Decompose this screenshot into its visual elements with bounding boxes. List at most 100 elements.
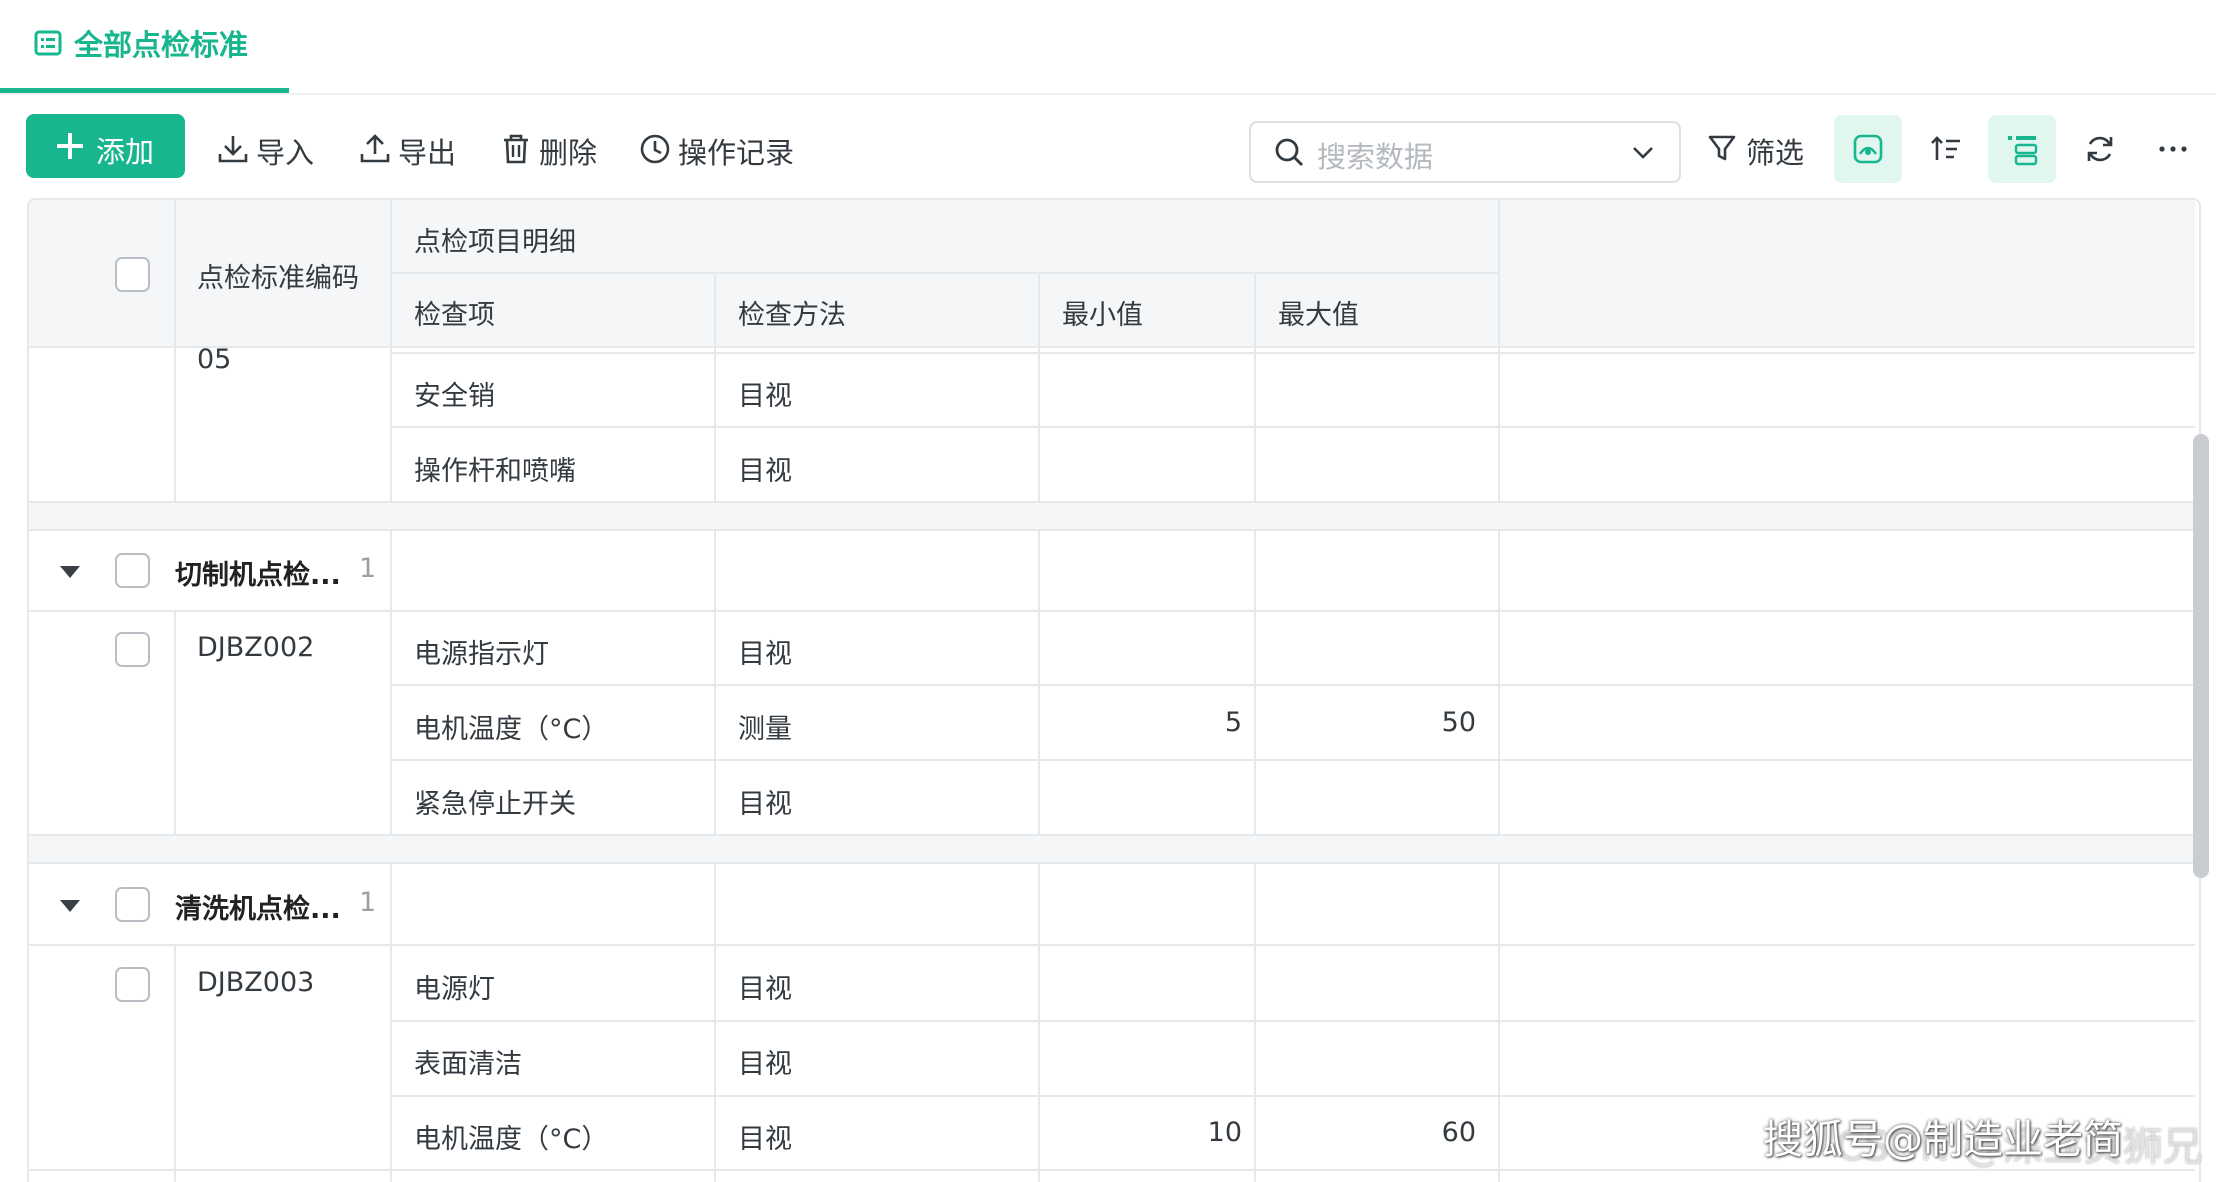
col-divider: [1498, 346, 1500, 501]
cell-method: 目视: [738, 789, 792, 820]
group-count: 1: [359, 887, 377, 918]
row-divider: [29, 610, 2195, 612]
scrollbar-thumb[interactable]: [2193, 434, 2209, 878]
col-divider: [1038, 346, 1040, 501]
col-divider: [1254, 529, 1256, 834]
col-divider: [714, 862, 716, 1182]
header-code[interactable]: 点检标准编码: [197, 256, 359, 295]
col-divider: [1254, 272, 1256, 346]
operation-log-label: 操作记录: [678, 136, 795, 170]
add-button-label: 添加: [96, 135, 155, 169]
cell-min: 5: [1224, 707, 1242, 738]
col-divider: [1038, 529, 1040, 834]
table-header: 点检标准编码 点检项目明细 检查项 检查方法 最小值 最大值: [29, 200, 2195, 348]
delete-label: 删除: [539, 136, 598, 170]
operation-log-button[interactable]: 操作记录: [638, 126, 804, 172]
table-list-icon: [34, 30, 62, 56]
sort-button[interactable]: [1912, 115, 1980, 183]
cell-max: 60: [1441, 1117, 1476, 1148]
export-label: 导出: [398, 136, 457, 170]
col-divider: [390, 529, 392, 834]
row-checkbox[interactable]: [115, 967, 150, 1002]
group-view-button[interactable]: [1988, 115, 2056, 183]
trash-icon: [504, 134, 528, 164]
header-method[interactable]: 检查方法: [738, 293, 846, 332]
header-item[interactable]: 检查项: [414, 293, 495, 332]
col-divider: [714, 346, 716, 501]
plus-icon: [57, 133, 83, 159]
tab-label: 全部点检标准: [74, 28, 249, 62]
more-button[interactable]: [2144, 115, 2204, 183]
data-table: 点检标准编码 点检项目明细 检查项 检查方法 最小值 最大值 05 安全销 目视…: [27, 198, 2201, 1182]
group-name: 切制机点检...: [175, 560, 341, 591]
refresh-icon: [2087, 136, 2113, 162]
col-divider: [1038, 272, 1040, 346]
view-settings-button[interactable]: [1834, 115, 1902, 183]
filter-icon: [1708, 135, 1736, 161]
filter-button[interactable]: 筛选: [1706, 126, 1810, 172]
download-icon: [218, 136, 248, 163]
row-divider: [390, 1020, 2195, 1022]
tab-all-standards[interactable]: 全部点检标准: [0, 0, 289, 93]
group-checkbox[interactable]: [115, 887, 150, 922]
row-divider: [29, 944, 2195, 946]
cell-method: 目视: [738, 974, 792, 1005]
search-icon: [1275, 138, 1303, 166]
cell-item: 表面清洁: [414, 1049, 522, 1080]
upload-icon: [360, 134, 390, 163]
row-checkbox[interactable]: [115, 632, 150, 667]
cell-item: 电机温度（°C）: [414, 714, 609, 745]
tab-active-indicator: [0, 88, 289, 93]
col-divider: [714, 529, 716, 834]
row-divider: [390, 759, 2195, 761]
search-input[interactable]: 搜索数据: [1249, 121, 1681, 183]
cell-item: 电源指示灯: [414, 639, 549, 670]
collapse-caret-icon[interactable]: [60, 900, 80, 912]
cell-item: 安全销: [414, 381, 495, 412]
group-separator: [29, 501, 2195, 531]
col-divider: [1498, 529, 1500, 834]
col-divider: [390, 346, 392, 501]
col-divider: [1254, 346, 1256, 501]
delete-button[interactable]: 删除: [499, 126, 603, 172]
group-checkbox[interactable]: [115, 553, 150, 588]
import-button[interactable]: 导入: [216, 126, 320, 172]
search-placeholder: 搜索数据: [1317, 140, 1434, 174]
export-button[interactable]: 导出: [358, 126, 462, 172]
cell-method: 目视: [738, 1124, 792, 1155]
cell-method: 目视: [738, 381, 792, 412]
cell-item: 电源灯: [414, 974, 495, 1005]
cell-code: DJBZ003: [197, 967, 315, 998]
header-min[interactable]: 最小值: [1062, 293, 1143, 332]
code-fragment: 05: [197, 344, 232, 375]
cell-item: 紧急停止开关: [414, 789, 576, 820]
header-max[interactable]: 最大值: [1278, 293, 1359, 332]
col-divider: [1498, 862, 1500, 1182]
cell-method: 目视: [738, 1049, 792, 1080]
cell-item: 操作杆和喷嘴: [414, 456, 576, 487]
cell-min: 10: [1207, 1117, 1242, 1148]
watermark: 搜狐号@制造业老简: [1763, 1117, 2123, 1163]
row-divider: [390, 684, 2195, 686]
col-divider: [174, 200, 176, 346]
grouped-list-icon: [2008, 136, 2038, 166]
cell-code: DJBZ002: [197, 632, 315, 663]
collapse-caret-icon[interactable]: [60, 566, 80, 578]
cell-method: 目视: [738, 456, 792, 487]
col-divider: [174, 346, 176, 501]
select-all-checkbox[interactable]: [115, 257, 150, 292]
tab-bar: 全部点检标准: [0, 0, 2216, 95]
col-divider: [1498, 200, 1500, 346]
sort-icon: [1931, 136, 1960, 160]
row-divider: [390, 1095, 2195, 1097]
cell-item: 电机温度（°C）: [414, 1124, 609, 1155]
col-divider: [390, 200, 392, 346]
col-divider: [390, 862, 392, 1182]
refresh-button[interactable]: [2066, 115, 2134, 183]
palette-icon: [1853, 134, 1883, 164]
row-divider: [390, 426, 2195, 428]
chevron-down-icon[interactable]: [1629, 138, 1657, 166]
group-count: 1: [359, 553, 377, 584]
col-divider: [174, 944, 176, 1182]
add-button[interactable]: 添加: [26, 114, 185, 178]
